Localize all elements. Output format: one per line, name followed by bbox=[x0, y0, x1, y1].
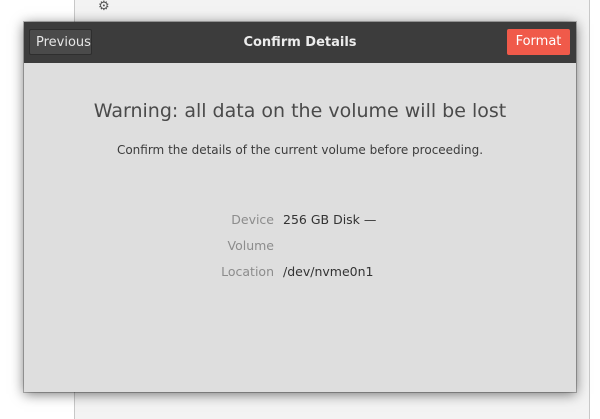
detail-row-volume: Volume bbox=[24, 238, 576, 256]
background-text-fragment bbox=[0, 10, 8, 20]
detail-value: 256 GB Disk — bbox=[283, 212, 377, 227]
warning-subtitle: Confirm the details of the current volum… bbox=[116, 143, 484, 157]
detail-label: Location bbox=[221, 264, 274, 279]
detail-row-location: Location /dev/nvme0n1 bbox=[24, 264, 576, 282]
detail-label: Volume bbox=[227, 238, 275, 253]
warning-heading: Warning: all data on the volume will be … bbox=[93, 100, 507, 122]
dialog-header: Confirm Details Previous Format bbox=[24, 22, 576, 63]
detail-row-device: Device 256 GB Disk — bbox=[24, 212, 576, 230]
confirm-details-dialog: Confirm Details Previous Format Warning:… bbox=[24, 22, 576, 392]
detail-value: /dev/nvme0n1 bbox=[283, 264, 374, 279]
previous-button[interactable]: Previous bbox=[29, 29, 92, 55]
gear-icon: ⚙ bbox=[98, 0, 110, 14]
dialog-title: Confirm Details bbox=[243, 35, 357, 50]
detail-label: Device bbox=[231, 212, 274, 227]
format-button[interactable]: Format bbox=[507, 29, 570, 55]
